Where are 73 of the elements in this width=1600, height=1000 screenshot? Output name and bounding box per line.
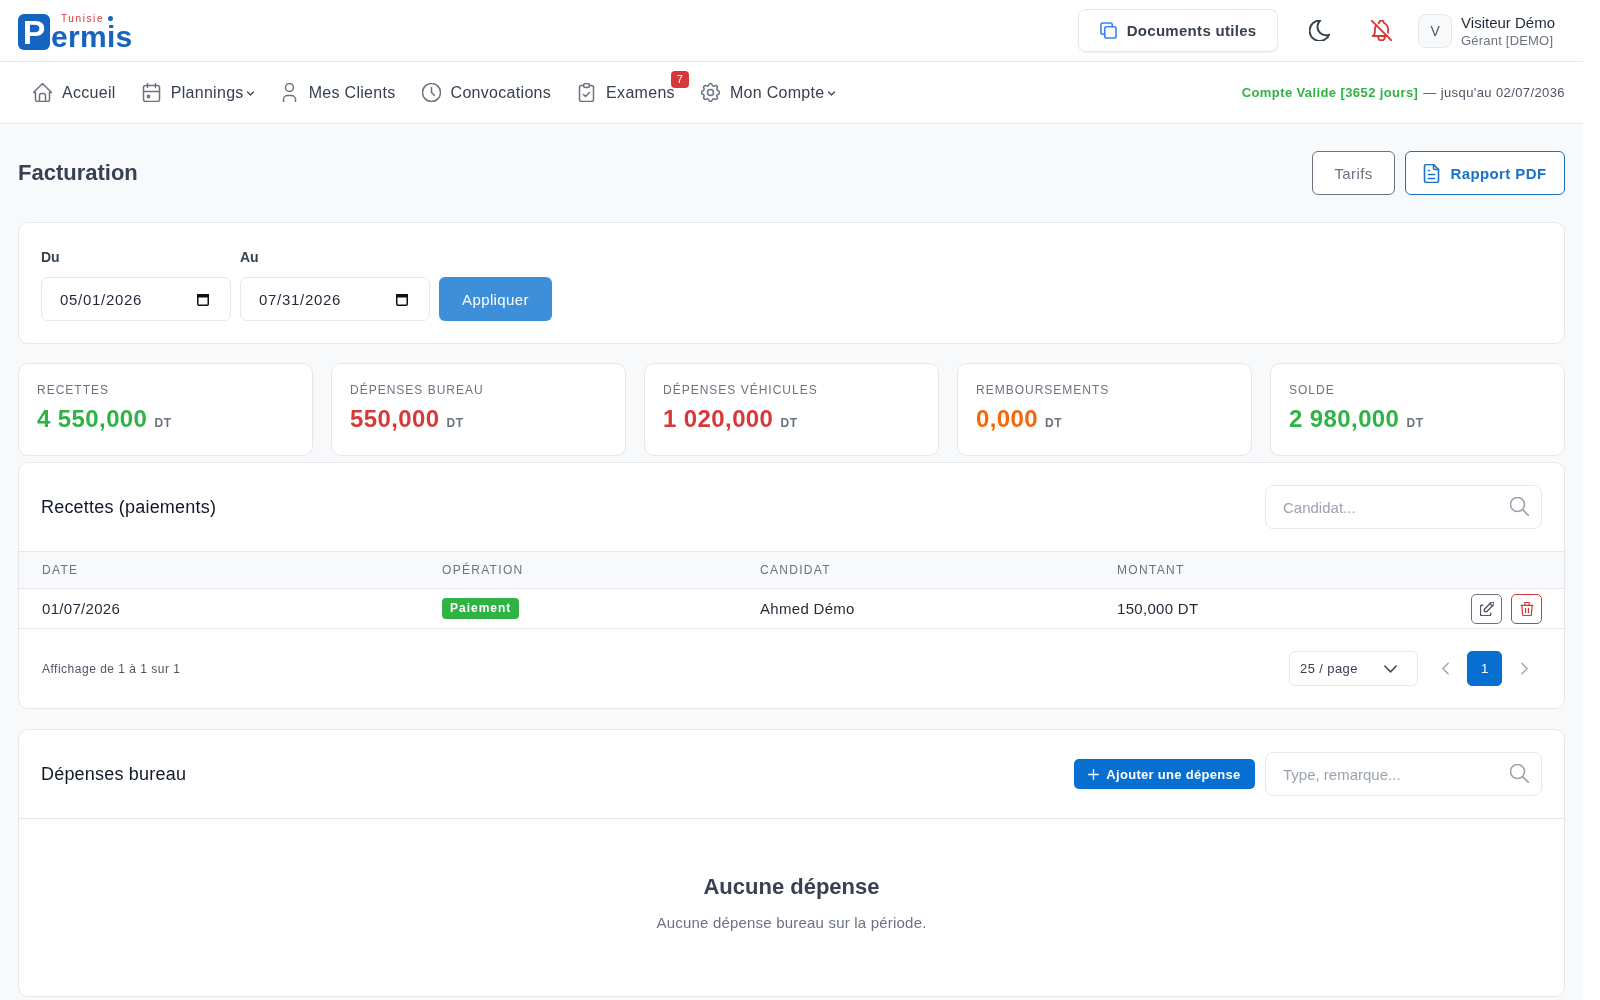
home-icon	[33, 83, 52, 102]
document-icon	[1423, 163, 1441, 183]
date-field[interactable]: 07/31/2026	[240, 277, 430, 321]
column-header: OPÉRATION	[441, 563, 525, 577]
stat-value: 1 020,000	[663, 405, 774, 433]
settings-icon	[700, 83, 720, 102]
page-button[interactable]: 1	[1467, 651, 1502, 686]
field-label: Du	[41, 248, 61, 267]
stat-label: REMBOURSEMENTS	[976, 382, 1111, 398]
bell-off-icon[interactable]	[1371, 20, 1393, 41]
table-cell-text: 01/07/2026	[41, 600, 122, 617]
empty-state-message: Aucune dépense bureau sur la période.	[656, 913, 927, 933]
stat-unit: DT	[446, 416, 464, 430]
stat-value: 2 980,000	[1289, 405, 1400, 433]
add-expense-button[interactable]: Ajouter une dépense	[1074, 759, 1255, 789]
page-title: Facturation	[18, 160, 138, 186]
plus-icon	[1088, 768, 1100, 780]
pencil-icon	[1479, 601, 1494, 616]
report-button[interactable]: Rapport PDF	[1405, 151, 1565, 195]
table-cell-text: Ahmed Démo	[759, 600, 856, 617]
column-header: MONTANT	[1116, 563, 1186, 577]
user-avatar[interactable]: V	[1418, 13, 1453, 48]
search-field[interactable]: Candidat...	[1265, 485, 1542, 529]
trash-icon	[1519, 601, 1534, 616]
card-title: Dépenses bureau	[41, 763, 187, 785]
user-role: Gérant [DEMO]	[1461, 31, 1555, 49]
calendar-icon	[196, 292, 210, 306]
stat-label: RECETTES	[37, 382, 110, 398]
search-icon	[1510, 497, 1529, 516]
nav-link[interactable]: Mes Clients	[279, 82, 396, 103]
stat-value: 550,000	[350, 405, 440, 433]
documents-button[interactable]: Documents utiles	[1078, 9, 1279, 52]
field-label: Au	[240, 248, 260, 267]
stat-label: DÉPENSES VÉHICULES	[663, 382, 819, 398]
table-cell-text: 150,000 DT	[1116, 600, 1200, 617]
stat-unit: DT	[1045, 416, 1063, 430]
calendar-icon	[141, 83, 161, 102]
clipboard-check-icon	[577, 83, 597, 102]
nav-link[interactable]: Mon Compte	[700, 82, 835, 103]
edit-button[interactable]	[1471, 593, 1502, 624]
search-icon	[1510, 764, 1529, 783]
stat-label: DÉPENSES BUREAU	[350, 382, 485, 398]
stat-unit: DT	[1406, 416, 1424, 430]
column-header: DATE	[41, 563, 80, 577]
search-field[interactable]: Type, remarque...	[1265, 752, 1542, 796]
stat-unit: DT	[780, 416, 798, 430]
empty-state-title: Aucune dépense	[703, 874, 880, 900]
stat-value: 4 550,000	[37, 405, 148, 433]
calendar-icon	[395, 292, 409, 306]
tariffs-button[interactable]: Tarifs	[1312, 151, 1395, 195]
account-expiry: — jusqu'au 02/07/2036	[1423, 85, 1565, 100]
nav-link[interactable]: Plannings	[141, 82, 254, 103]
date-field[interactable]: 05/01/2026	[41, 277, 231, 321]
column-header: CANDIDAT	[759, 563, 832, 577]
notification-badge: 7	[670, 70, 689, 88]
stat-label: SOLDE	[1289, 382, 1336, 398]
user-name: Visiteur Démo	[1461, 12, 1555, 32]
chevron-down-icon	[246, 91, 254, 96]
nav-link[interactable]: Convocations	[421, 82, 552, 103]
delete-button[interactable]	[1511, 593, 1542, 624]
moon-icon[interactable]	[1309, 20, 1331, 41]
chevron-down-icon	[1384, 664, 1397, 673]
nav-link[interactable]: Accueil	[33, 82, 116, 103]
stat-unit: DT	[154, 416, 172, 430]
clock-icon	[421, 83, 441, 102]
card-title: Recettes (paiements)	[41, 496, 217, 518]
stat-value: 0,000	[976, 405, 1039, 433]
pagination-summary: Affichage de 1 à 1 sur 1	[42, 661, 181, 676]
account-status: Compte Valide [3652 jours]	[1241, 85, 1419, 100]
files-icon	[1099, 21, 1117, 40]
page-size-select[interactable]: 25 / page	[1289, 651, 1418, 686]
operation-badge: Paiement	[442, 598, 520, 619]
chevron-down-icon	[827, 91, 835, 96]
